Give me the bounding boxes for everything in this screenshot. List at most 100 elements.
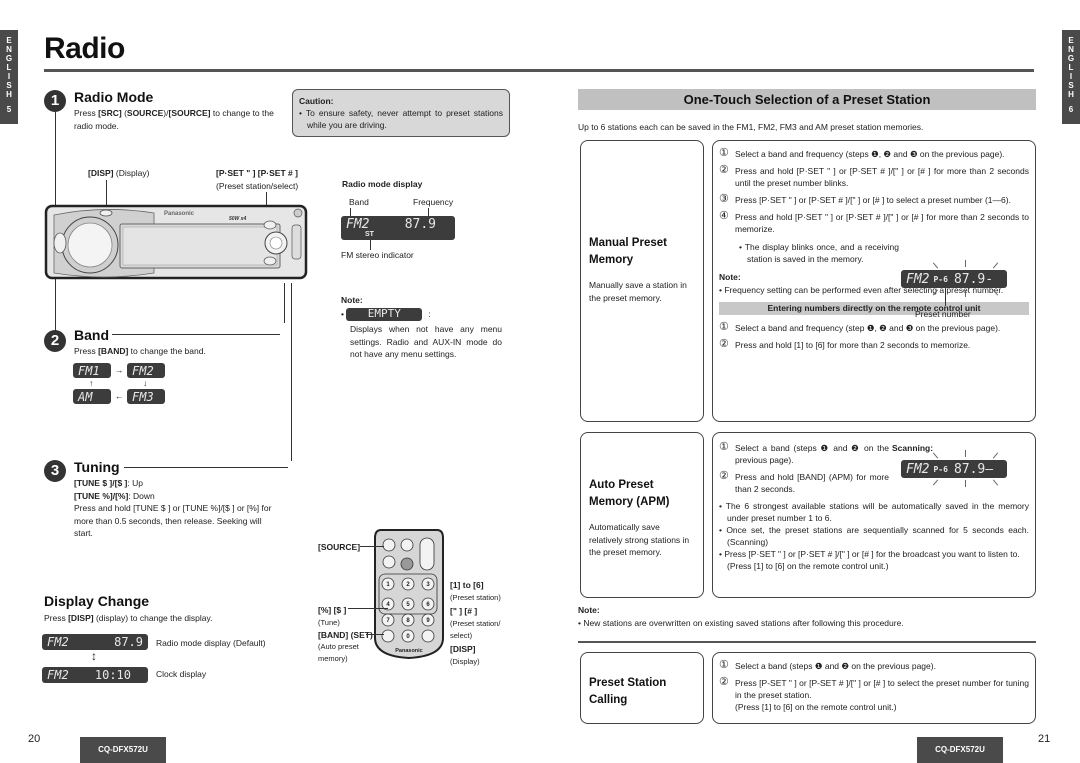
apm-bullet: • Press [P·SET " ] or [P·SET # ]/[" ] or… — [719, 549, 1020, 559]
page-number-left: 20 — [28, 733, 41, 745]
source-key: SOURCE — [126, 108, 164, 118]
frequency-label: Frequency — [413, 197, 454, 207]
band-fm3: FM3 — [127, 389, 165, 404]
remote-entry-bar: Entering numbers directly on the remote … — [719, 301, 1029, 315]
lcd-clock: 10:10 — [94, 668, 131, 682]
model-badge-right: CQ-DFX572U — [917, 737, 1003, 763]
remote-tune-desc: (Tune) — [318, 618, 340, 627]
calling-step: ② Press [P-SET " ] or [P-SET # ]/[" ] or … — [719, 677, 1029, 701]
note-text: Displays when not have any menu settings… — [350, 324, 502, 359]
tab-letter: H — [1068, 90, 1074, 99]
band-fm2: FM2 — [127, 363, 165, 378]
preset-number-pointer — [945, 288, 946, 306]
page-title: Radio — [44, 32, 125, 65]
lcd-band: FM2 — [47, 668, 69, 682]
step-number: ③ — [719, 193, 729, 205]
band-text: Press [BAND] to change the band. — [74, 345, 206, 358]
lcd-band: FM2 — [906, 271, 930, 287]
bullet-text: The 6 strongest available stations will … — [725, 501, 1029, 523]
apm-note-title: Note: — [578, 605, 600, 615]
step-2-badge: 2 — [44, 330, 66, 352]
tab-letter: S — [6, 81, 12, 90]
display-change-text: Press [DISP] (display) to change the dis… — [44, 612, 213, 625]
desc-line: select) — [450, 631, 473, 640]
remote-disp-desc: (Display) — [450, 657, 480, 666]
remote-num-keys-label: [1] to [6] — [450, 580, 484, 590]
section-page-number: 6 — [1068, 105, 1074, 114]
lcd-band: FM2 — [346, 217, 370, 232]
remote-preset-desc: (Preset station/ select) — [450, 618, 500, 642]
default-display-label: Radio mode display (Default) — [156, 638, 266, 648]
manual-preset-desc: Manually save a station in the preset me… — [589, 280, 687, 303]
colon: : — [428, 309, 431, 320]
lcd-preset-number: P-6 — [933, 274, 948, 284]
bullet-text: Press [P·SET " ] or [P·SET # ]/[" ] or [… — [724, 549, 1020, 559]
remote-control-illustration: 123 456 789 0 Panasonic — [374, 529, 444, 660]
manual-preset-title-1: Manual Preset — [589, 237, 667, 249]
svg-text:Panasonic: Panasonic — [164, 211, 195, 217]
blink-ray — [965, 260, 966, 267]
desc-line: memory) — [318, 654, 348, 663]
apm-steps-box: ① Select a band (steps ❶ and ❷ on the pre… — [712, 432, 1036, 598]
step-number: ② — [719, 337, 729, 350]
note-text: New stations are overwritten on existing… — [583, 618, 904, 628]
remote-tune-label: [%] [$ ] — [318, 605, 347, 615]
pset-desc: (Preset station/select) — [216, 181, 299, 191]
band-key: [BAND] — [98, 346, 129, 356]
step-text: Press [P·SET " ] or [P·SET # ]/[" ] or [… — [735, 195, 1011, 205]
tab-letter: S — [1068, 81, 1074, 90]
arrow-right: → — [115, 365, 124, 375]
step-text: Select a band and frequency (step ❶, ❷ a… — [735, 322, 1001, 333]
remote-source-label: [SOURCE] — [318, 542, 361, 552]
step-text: Press and hold [P·SET " ] or [P·SET # ]/… — [735, 166, 1029, 188]
language-tab-left: E N G L I S H 5 — [0, 30, 18, 124]
tune-down-line: [TUNE %]/[%]: Down — [74, 490, 274, 503]
source-pointer — [360, 546, 384, 547]
scan-ray — [965, 450, 966, 457]
text: Press — [44, 613, 69, 623]
calling-step: ① Select a band (steps ❶ and ❷ on the pre… — [719, 660, 1029, 672]
calling-steps-box: ① Select a band (steps ❶ and ❷ on the pre… — [712, 652, 1036, 724]
svg-text:50W x4: 50W x4 — [229, 216, 246, 222]
calling-remote-note: (Press [1] to [6] on the remote control … — [735, 702, 897, 712]
step-3-badge: 3 — [44, 460, 66, 482]
tune-up-key: [TUNE $ ]/[$ ] — [74, 478, 128, 488]
bullet-text: Once set, the preset stations are sequen… — [726, 525, 1030, 547]
step-number: ① — [719, 659, 729, 671]
text: to change the band. — [128, 346, 206, 356]
step-text: Press and hold [BAND] (APM) for more tha… — [735, 472, 889, 494]
band-set-pointer — [366, 634, 384, 635]
step-1-badge: 1 — [44, 90, 66, 112]
manual-step: ④ Press and hold [P·SET " ] or [P·SET # ]… — [719, 211, 1029, 235]
band-fm1: FM1 — [73, 363, 111, 378]
head-unit-illustration: Panasonic 50W x4 — [44, 204, 308, 280]
calling-label-box: Preset Station Calling — [580, 652, 704, 724]
step-text: Press and hold [P·SET " ] or [P·SET # ]/… — [735, 212, 1029, 234]
band-am: AM — [73, 389, 111, 404]
seek-instruction: Press and hold [TUNE $ ] or [TUNE %]/[$ … — [74, 503, 272, 538]
step-number: ② — [719, 676, 729, 688]
bullet-text: The display blinks once, and a receiving… — [744, 242, 900, 264]
remote-num-keys-desc: (Preset station) — [450, 593, 501, 602]
tab-letter: I — [1069, 72, 1073, 81]
tune-pointer — [291, 283, 292, 461]
remote-step: ② Press and hold [1] to [6] for more than… — [719, 337, 1029, 351]
tab-letter: G — [1067, 54, 1075, 63]
caution-box: Caution: • To ensure safety, never attem… — [292, 89, 510, 137]
note-empty-row: • EMPTY : — [341, 308, 431, 321]
disp-label: [DISP] (Display) — [88, 167, 149, 180]
tune-up-line: [TUNE $ ]/[$ ]: Up — [74, 477, 274, 490]
lcd-frequency: 87.9- — [953, 271, 994, 287]
radio-mode-lcd: FM2 87.9 — [341, 216, 455, 240]
apm-step: ② Press and hold [BAND] (APM) for more th… — [719, 471, 889, 495]
scan-ray — [965, 480, 966, 487]
scanning-lcd: FM2 P-6 87.9— — [901, 460, 1007, 478]
radio-mode-heading: Radio Mode — [74, 89, 154, 105]
apm-bullet: • Once set, the preset stations are sequ… — [719, 525, 1030, 547]
step-text: Select a band (steps ❶ and ❷ on the prev… — [735, 443, 889, 465]
pset-label: [P·SET " ] [P·SET # ] — [216, 168, 298, 178]
lcd-frequency: 87.9— — [953, 461, 994, 477]
tune-down-key: [TUNE %]/[%] — [74, 490, 129, 501]
model-badge-left: CQ-DFX572U — [80, 737, 166, 763]
apm-desc: Automatically save relatively strong sta… — [589, 522, 690, 557]
